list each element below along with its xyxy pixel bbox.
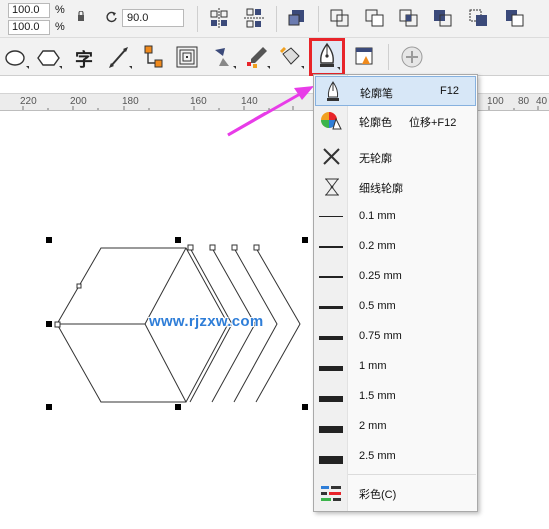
height-unit-label: % bbox=[55, 21, 65, 33]
outline-pen-icon bbox=[320, 80, 346, 104]
width-unit-label: % bbox=[55, 4, 65, 16]
line-weight-sample bbox=[319, 396, 343, 402]
menu-item-weight-0-1[interactable]: 0.1 mm bbox=[315, 202, 476, 232]
line-weight-sample bbox=[319, 366, 343, 371]
cube-edge bbox=[144, 323, 187, 403]
menu-item-label: 0.25 mm bbox=[359, 270, 402, 282]
line-weight-sample bbox=[319, 216, 343, 217]
menu-item-label: 1.5 mm bbox=[359, 390, 396, 402]
no-outline-icon bbox=[319, 145, 345, 169]
hairline-outline-icon bbox=[319, 175, 345, 199]
menu-item-weight-0-5[interactable]: 0.5 mm bbox=[315, 292, 476, 322]
scale-height-input[interactable]: 100.0 bbox=[8, 20, 50, 35]
line-weight-sample bbox=[319, 246, 343, 248]
rotate-icon bbox=[106, 11, 117, 23]
menu-item-label: 1 mm bbox=[359, 360, 387, 372]
contour-tool[interactable] bbox=[174, 42, 202, 72]
transparency-tool[interactable] bbox=[209, 42, 237, 72]
polygon-tool[interactable] bbox=[35, 42, 63, 72]
front-minus-back-button[interactable] bbox=[466, 5, 492, 31]
menu-item-shortcut: F12 bbox=[440, 85, 459, 97]
outline-pen-tool-button[interactable] bbox=[309, 38, 345, 76]
menu-item-weight-1[interactable]: 1 mm bbox=[315, 352, 476, 382]
menu-item-no-outline[interactable]: 无轮廓 bbox=[315, 142, 476, 172]
menu-item-hairline[interactable]: 细线轮廓 bbox=[315, 172, 476, 202]
ellipse-tool[interactable] bbox=[2, 42, 30, 72]
menu-item-label: 轮廓笔 bbox=[360, 88, 393, 100]
property-bar: 100.0 100.0 % % 90.0 bbox=[0, 0, 549, 38]
separator bbox=[318, 6, 319, 32]
mirror-horizontal-button[interactable] bbox=[206, 5, 232, 31]
coreldraw-window: 100.0 100.0 % % 90.0 字 220 200 180 160 1… bbox=[0, 0, 549, 529]
line-weight-sample bbox=[319, 456, 343, 464]
add-toolbar-button[interactable] bbox=[398, 42, 426, 72]
line-weight-sample bbox=[319, 306, 343, 309]
menu-item-weight-2[interactable]: 2 mm bbox=[315, 412, 476, 442]
outline-color-icon bbox=[319, 109, 345, 133]
menu-item-weight-2-5[interactable]: 2.5 mm bbox=[315, 442, 476, 472]
simplify-button[interactable] bbox=[430, 5, 456, 31]
menu-item-label: 2.5 mm bbox=[359, 450, 396, 462]
separator bbox=[388, 44, 389, 70]
ruler-label: 140 bbox=[241, 96, 258, 107]
menu-item-label: 轮廓色 bbox=[359, 117, 392, 129]
text-tool[interactable]: 字 bbox=[71, 42, 99, 72]
menu-item-label: 2 mm bbox=[359, 420, 387, 432]
rotation-angle-input[interactable]: 90.0 bbox=[122, 9, 184, 27]
menu-item-label: 0.1 mm bbox=[359, 210, 396, 222]
menu-item-shortcut: 位移+F12 bbox=[409, 117, 457, 129]
mirror-vertical-button[interactable] bbox=[241, 5, 267, 31]
ruler-label: 100 bbox=[487, 96, 504, 107]
outline-pen-dropdown-menu: 轮廓笔 F12 轮廓色 位移+F12 无轮廓 细线轮廓 0.1 mm 0.2 m… bbox=[313, 74, 478, 512]
ruler-label: 180 bbox=[122, 96, 139, 107]
scale-width-input[interactable]: 100.0 bbox=[8, 3, 50, 18]
menu-separator bbox=[348, 474, 476, 475]
outline-pen-icon bbox=[320, 42, 340, 70]
line-weight-sample bbox=[319, 276, 343, 278]
ruler-label: 160 bbox=[190, 96, 207, 107]
menu-item-color-docker[interactable]: 彩色(C) bbox=[315, 478, 476, 508]
trim-button[interactable] bbox=[362, 5, 388, 31]
ruler-label: 40 bbox=[536, 96, 548, 107]
menu-item-label: 0.75 mm bbox=[359, 330, 402, 342]
separator bbox=[276, 6, 277, 32]
ruler-label: 220 bbox=[20, 96, 37, 107]
menu-item-outline-pen[interactable]: 轮廓笔 F12 bbox=[315, 76, 476, 106]
menu-item-outline-color[interactable]: 轮廓色 位移+F12 bbox=[315, 106, 476, 136]
text-tool-glyph: 字 bbox=[75, 50, 93, 70]
toolbox-row: 字 bbox=[0, 38, 549, 76]
color-docker-icon bbox=[319, 481, 345, 505]
line-weight-sample bbox=[319, 336, 343, 340]
menu-item-label: 0.2 mm bbox=[359, 240, 396, 252]
menu-item-weight-1-5[interactable]: 1.5 mm bbox=[315, 382, 476, 412]
separator bbox=[197, 6, 198, 32]
line-weight-sample bbox=[319, 426, 343, 433]
intersect-button[interactable] bbox=[396, 5, 422, 31]
menu-item-weight-0-75[interactable]: 0.75 mm bbox=[315, 322, 476, 352]
watermark-text: www.rjzxw.com bbox=[149, 313, 264, 330]
ruler-label: 200 bbox=[70, 96, 87, 107]
menu-item-label: 0.5 mm bbox=[359, 300, 396, 312]
menu-item-weight-0-25[interactable]: 0.25 mm bbox=[315, 262, 476, 292]
menu-item-weight-0-2[interactable]: 0.2 mm bbox=[315, 232, 476, 262]
menu-item-label: 彩色(C) bbox=[359, 489, 397, 501]
menu-item-label: 无轮廓 bbox=[359, 153, 392, 165]
eyedropper-tool[interactable] bbox=[243, 42, 271, 72]
outline-color-tool[interactable] bbox=[350, 42, 378, 72]
dimension-tool[interactable] bbox=[105, 42, 133, 72]
weld-button[interactable] bbox=[327, 5, 353, 31]
lock-ratio-icon[interactable] bbox=[77, 11, 85, 21]
group-button[interactable] bbox=[284, 5, 310, 31]
connector-tool[interactable] bbox=[140, 42, 168, 72]
interactive-fill-tool[interactable] bbox=[277, 42, 305, 72]
menu-item-label: 细线轮廓 bbox=[359, 183, 403, 195]
ruler-label: 80 bbox=[518, 96, 530, 107]
back-minus-front-button[interactable] bbox=[502, 5, 528, 31]
